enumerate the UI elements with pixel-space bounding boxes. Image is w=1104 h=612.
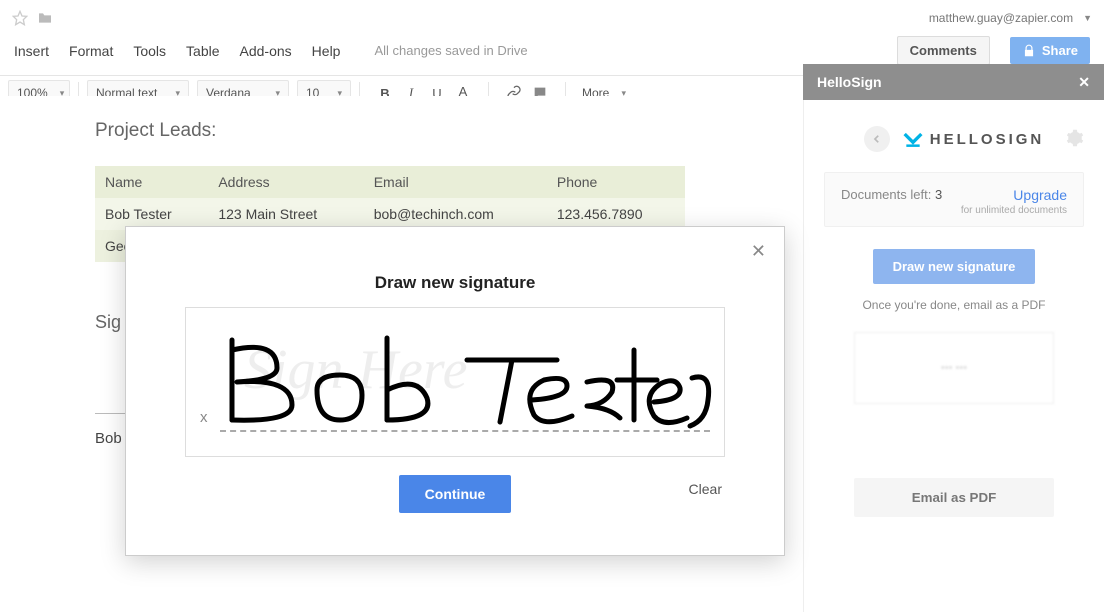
share-label: Share: [1042, 43, 1078, 58]
folder-icon[interactable]: [36, 10, 54, 26]
menu-insert[interactable]: Insert: [14, 43, 49, 59]
star-icon[interactable]: [12, 10, 28, 26]
user-email[interactable]: matthew.guay@zapier.com: [929, 11, 1073, 25]
save-status: All changes saved in Drive: [374, 43, 527, 58]
menu-format[interactable]: Format: [69, 43, 113, 59]
draw-signature-modal: ✕ Draw new signature Sign Here x: [125, 226, 785, 556]
menu-table[interactable]: Table: [186, 43, 219, 59]
back-icon[interactable]: [864, 126, 890, 152]
col-address: Address: [208, 166, 363, 198]
col-email: Email: [364, 166, 547, 198]
chevron-down-icon[interactable]: ▼: [1083, 13, 1092, 23]
page-title: Project Leads:: [95, 120, 695, 142]
hellosign-panel: HELLOSIGN Documents left: 3 Upgrade for …: [803, 100, 1104, 612]
col-phone: Phone: [547, 166, 685, 198]
menu-help[interactable]: Help: [312, 43, 341, 59]
upgrade-subtext: for unlimited documents: [961, 205, 1067, 216]
lock-icon: [1022, 44, 1036, 58]
clear-signature-link[interactable]: Clear: [689, 481, 722, 497]
upgrade-link[interactable]: Upgrade: [1013, 187, 1067, 203]
handwritten-signature: [222, 320, 712, 440]
gear-icon[interactable]: [1066, 129, 1084, 150]
col-name: Name: [95, 166, 208, 198]
panel-hint: Once you're done, email as a PDF: [862, 298, 1045, 312]
menu-tools[interactable]: Tools: [133, 43, 166, 59]
hellosign-mark-icon: [902, 129, 924, 149]
share-button[interactable]: Share: [1010, 37, 1090, 64]
signature-x-label: x: [200, 409, 208, 426]
signature-preview: ••• •••: [854, 332, 1054, 404]
signature-canvas[interactable]: Sign Here x: [185, 307, 725, 457]
addon-title: HelloSign: [817, 74, 882, 90]
comments-button[interactable]: Comments: [897, 36, 990, 65]
hellosign-logo: HELLOSIGN: [902, 129, 1045, 149]
docs-left-value: 3: [935, 187, 942, 202]
docs-left-label: Documents left:: [841, 187, 931, 202]
menu-addons[interactable]: Add-ons: [240, 43, 292, 59]
continue-button[interactable]: Continue: [399, 475, 512, 513]
brand-text: HELLOSIGN: [930, 131, 1045, 148]
modal-title: Draw new signature: [126, 273, 784, 293]
document-quota-box: Documents left: 3 Upgrade for unlimited …: [824, 172, 1084, 227]
close-icon[interactable]: ✕: [1078, 74, 1090, 91]
draw-signature-button[interactable]: Draw new signature: [873, 249, 1036, 284]
close-icon[interactable]: ✕: [751, 241, 766, 262]
email-pdf-button[interactable]: Email as PDF: [854, 478, 1054, 517]
